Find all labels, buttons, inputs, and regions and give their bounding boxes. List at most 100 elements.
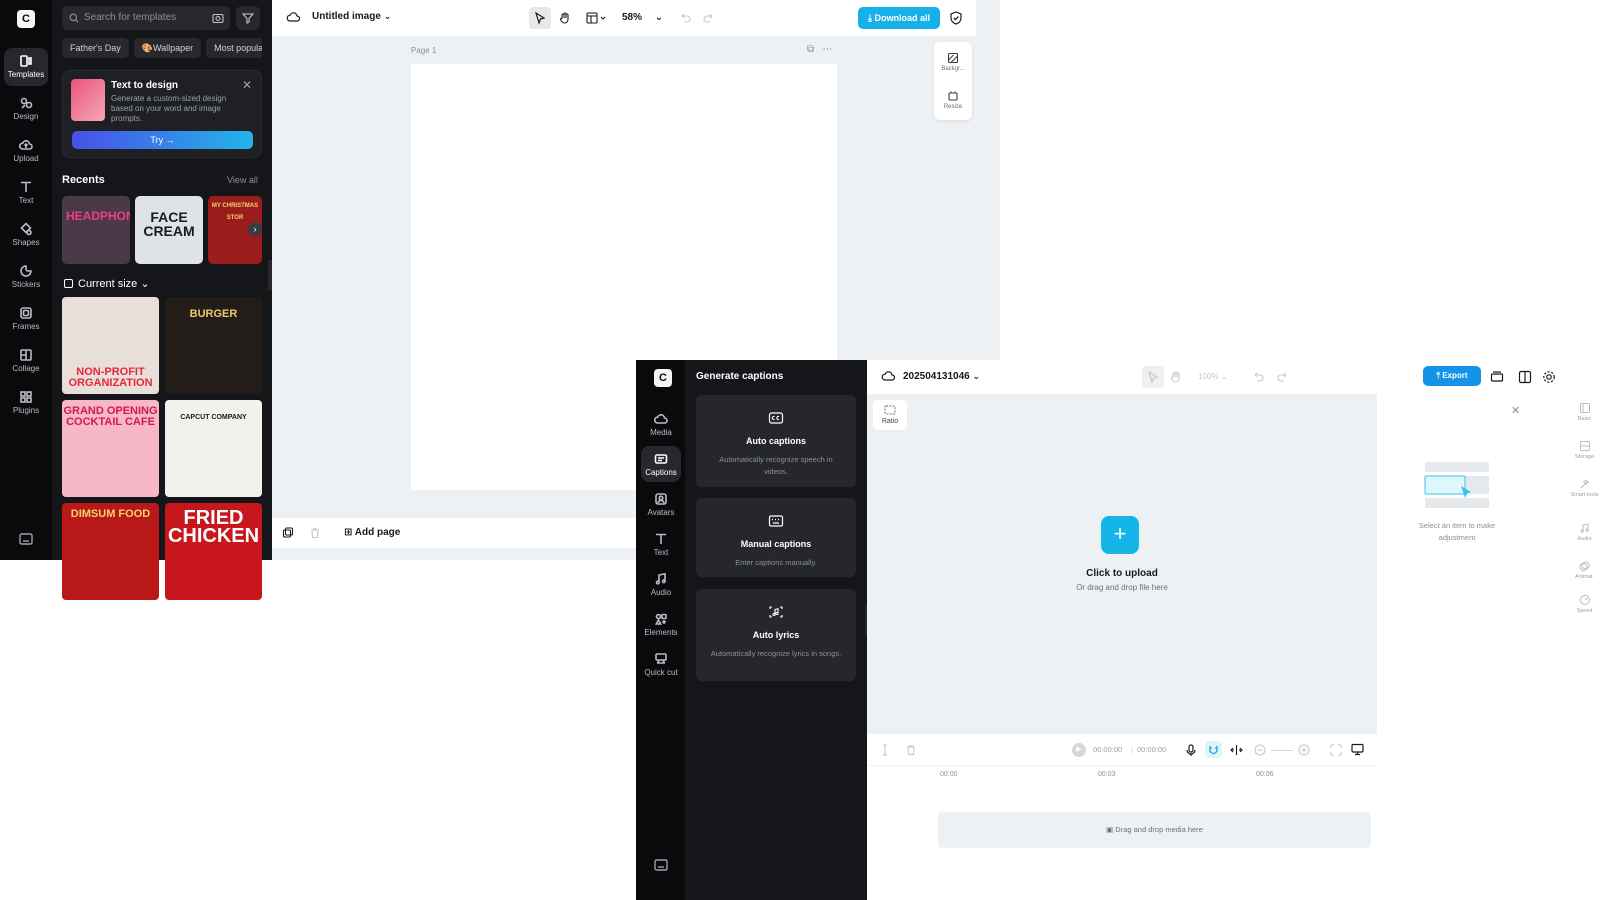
more-options-icon[interactable]: ⋯: [822, 44, 832, 55]
rail-item-frames[interactable]: Frames: [4, 300, 48, 338]
split-view-icon[interactable]: [1518, 370, 1532, 384]
trash-icon[interactable]: [905, 744, 917, 756]
image-search-icon[interactable]: [212, 12, 224, 24]
rail-item-captions[interactable]: Captions: [641, 446, 681, 482]
timeline-drop-zone[interactable]: ▣ Drag and drop media here: [938, 812, 1371, 848]
close-icon[interactable]: ✕: [1511, 404, 1520, 417]
ratio-button[interactable]: Ratio: [873, 400, 907, 430]
inspector-tab-audio[interactable]: Audio: [1569, 522, 1600, 542]
recent-design-thumbnail[interactable]: FACE CREAM: [135, 196, 203, 264]
trash-icon[interactable]: [309, 527, 321, 539]
download-all-button[interactable]: ⤓ Download all: [858, 7, 940, 29]
template-card[interactable]: BURGER: [165, 297, 262, 394]
magnet-icon: [1209, 746, 1218, 755]
preview-monitor-icon[interactable]: [1351, 743, 1364, 756]
rail-item-avatars[interactable]: Avatars: [641, 486, 681, 522]
layout-tool-button[interactable]: [582, 7, 612, 29]
search-input[interactable]: Search for templates: [62, 6, 230, 30]
cloud-icon[interactable]: [881, 370, 895, 382]
rail-item-elements[interactable]: Elements: [641, 606, 681, 642]
settings-icon[interactable]: [1542, 370, 1556, 384]
rail-item-plugins[interactable]: Plugins: [4, 384, 48, 422]
rail-item-label: Stickers: [11, 280, 41, 289]
view-all-link[interactable]: View all: [227, 175, 258, 185]
filter-button[interactable]: [236, 6, 260, 30]
rail-item-label: Collage: [12, 364, 40, 373]
link-split-icon[interactable]: [1230, 744, 1243, 756]
add-page-label: Add page: [354, 527, 401, 538]
layers-icon[interactable]: [282, 527, 294, 539]
hand-tool-button[interactable]: [1165, 366, 1187, 388]
rail-item-audio[interactable]: Audio: [641, 566, 681, 602]
capcut-logo-icon[interactable]: C: [654, 369, 672, 387]
rail-item-quick-cut[interactable]: Quick cut: [641, 646, 681, 690]
microphone-icon[interactable]: [1185, 744, 1197, 757]
document-title[interactable]: Untitled image ⌄: [312, 11, 391, 22]
zoom-out-icon[interactable]: [1254, 744, 1266, 756]
hand-tool-button[interactable]: [554, 7, 576, 29]
rail-item-shapes[interactable]: Shapes: [4, 216, 48, 254]
current-size-dropdown[interactable]: Current size ⌄: [64, 277, 150, 290]
upload-title[interactable]: Click to upload: [867, 568, 1377, 579]
duplicate-page-icon[interactable]: ⧉: [807, 44, 814, 55]
add-page-button[interactable]: ⊞ Add page: [344, 527, 400, 538]
chip-most-popular[interactable]: Most popular: [206, 38, 262, 58]
magnet-snap-button[interactable]: [1205, 741, 1222, 758]
layers-panel-icon[interactable]: [1490, 370, 1504, 384]
cloud-icon[interactable]: [286, 11, 300, 23]
template-card[interactable]: DIMSUM FOOD: [62, 503, 159, 600]
fullscreen-icon[interactable]: [1330, 744, 1342, 756]
inspector-tab-animat[interactable]: Animat.: [1569, 560, 1600, 580]
play-button[interactable]: ▶: [1072, 743, 1086, 757]
background-icon: [947, 52, 959, 64]
video-zoom-dropdown[interactable]: 100% ⌄: [1198, 372, 1227, 381]
template-card[interactable]: CAPCUT COMPANY: [165, 400, 262, 497]
shield-icon[interactable]: [950, 11, 962, 25]
recent-design-thumbnail[interactable]: HEADPHONE: [62, 196, 130, 264]
zoom-in-icon[interactable]: [1298, 744, 1310, 756]
search-placeholder: Search for templates: [84, 12, 177, 23]
inspector-tab-speed[interactable]: Speed: [1569, 594, 1600, 614]
try-button[interactable]: Try →: [72, 131, 253, 149]
keyboard-shortcuts-icon[interactable]: [19, 532, 33, 545]
rail-item-text[interactable]: Text: [4, 174, 48, 212]
template-card[interactable]: NON-PROFIT ORGANIZATION: [62, 297, 159, 394]
undo-button[interactable]: [674, 7, 696, 29]
template-card[interactable]: FRIED CHICKEN: [165, 503, 262, 600]
rail-item-label: Shapes: [12, 238, 40, 247]
auto-captions-card[interactable]: Auto captions Automatically recognize spe…: [696, 395, 856, 487]
rail-item-upload[interactable]: Upload: [4, 132, 48, 170]
redo-button[interactable]: [1272, 366, 1294, 388]
redo-button[interactable]: [698, 7, 720, 29]
resize-tool[interactable]: Resize: [934, 90, 972, 110]
export-button[interactable]: ⤒ Export: [1423, 366, 1481, 386]
rail-item-design[interactable]: Design: [4, 90, 48, 128]
project-title[interactable]: 202504131046 ⌄: [903, 371, 980, 382]
manual-captions-card[interactable]: Manual captions Enter captions manually.: [696, 498, 856, 577]
inspector-tab-storage[interactable]: Storage: [1569, 440, 1600, 460]
undo-button[interactable]: [1247, 366, 1269, 388]
keyboard-shortcuts-icon[interactable]: [654, 858, 668, 871]
close-icon[interactable]: ✕: [242, 78, 252, 92]
split-cursor-icon[interactable]: [879, 744, 891, 756]
rail-item-text[interactable]: Text: [641, 526, 681, 562]
chip-fathers-day[interactable]: Father's Day: [62, 38, 129, 58]
background-tool[interactable]: Backgr...: [934, 52, 972, 72]
rail-item-stickers[interactable]: Stickers: [4, 258, 48, 296]
auto-lyrics-card[interactable]: Auto lyrics Automatically recognize lyric…: [696, 589, 856, 681]
zoom-slider[interactable]: [1271, 750, 1293, 751]
capcut-logo-icon[interactable]: C: [17, 10, 35, 28]
inspector-tab-basic[interactable]: Basic: [1569, 402, 1600, 422]
chevron-right-icon[interactable]: ›: [248, 222, 262, 236]
rail-item-media[interactable]: Media: [641, 406, 681, 442]
zoom-dropdown[interactable]: 58% ⌄: [622, 12, 663, 23]
upload-plus-button[interactable]: +: [1101, 516, 1139, 554]
template-card[interactable]: GRAND OPENING COCKTAIL CAFE: [62, 400, 159, 497]
chip-wallpaper[interactable]: 🎨Wallpaper: [133, 38, 202, 58]
select-tool-button[interactable]: [1142, 366, 1164, 388]
rail-item-templates[interactable]: Templates: [4, 48, 48, 86]
select-tool-button[interactable]: [529, 7, 551, 29]
rail-item-collage[interactable]: Collage: [4, 342, 48, 380]
filter-icon: [242, 13, 254, 24]
inspector-tab-smart-tools[interactable]: Smart tools: [1569, 478, 1600, 498]
